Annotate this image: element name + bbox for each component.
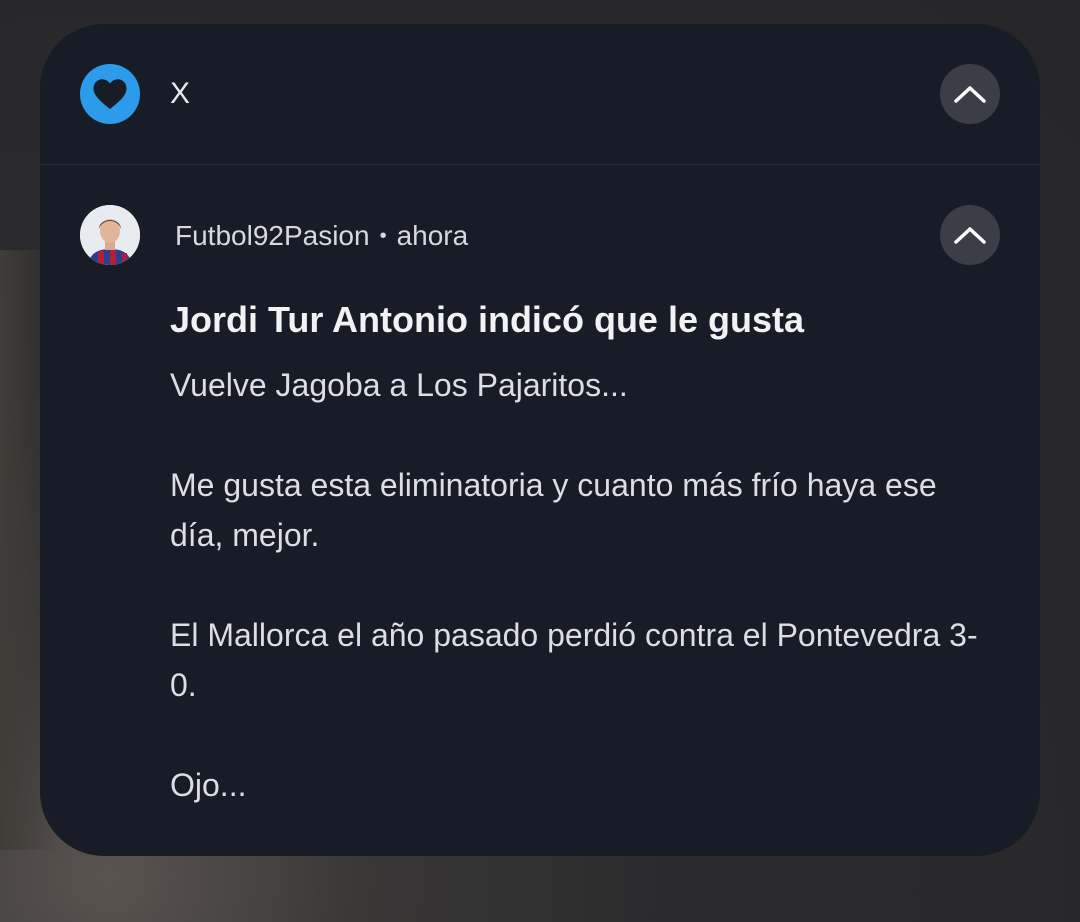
notification-title: Jordi Tur Antonio indicó que le gusta	[170, 299, 804, 340]
app-name: X	[170, 77, 191, 110]
chevron-up-icon	[954, 86, 986, 103]
sender-name: Futbol92Pasion	[175, 220, 370, 251]
body-paragraph: Ojo...	[170, 767, 247, 803]
meta-separator: •	[379, 225, 387, 247]
body-paragraph: Me gusta esta eliminatoria y cuanto más …	[170, 467, 937, 553]
app-header: X	[40, 24, 1040, 165]
collapse-group-button[interactable]	[940, 64, 1000, 124]
heart-icon	[80, 64, 140, 124]
notification-body: Vuelve Jagoba a Los Pajaritos... Me gust…	[170, 360, 990, 810]
body-paragraph: El Mallorca el año pasado perdió contra …	[170, 617, 978, 703]
collapse-notification-button[interactable]	[940, 205, 1000, 265]
notification-card[interactable]: X Futbol92Pasion • ahora Jordi Tur Anton…	[40, 24, 1040, 856]
notification-time: ahora	[396, 220, 469, 251]
chevron-up-icon	[954, 227, 986, 244]
avatar	[80, 205, 140, 265]
notification-meta: Futbol92Pasion • ahora	[175, 219, 468, 253]
body-paragraph: Vuelve Jagoba a Los Pajaritos...	[170, 367, 628, 403]
